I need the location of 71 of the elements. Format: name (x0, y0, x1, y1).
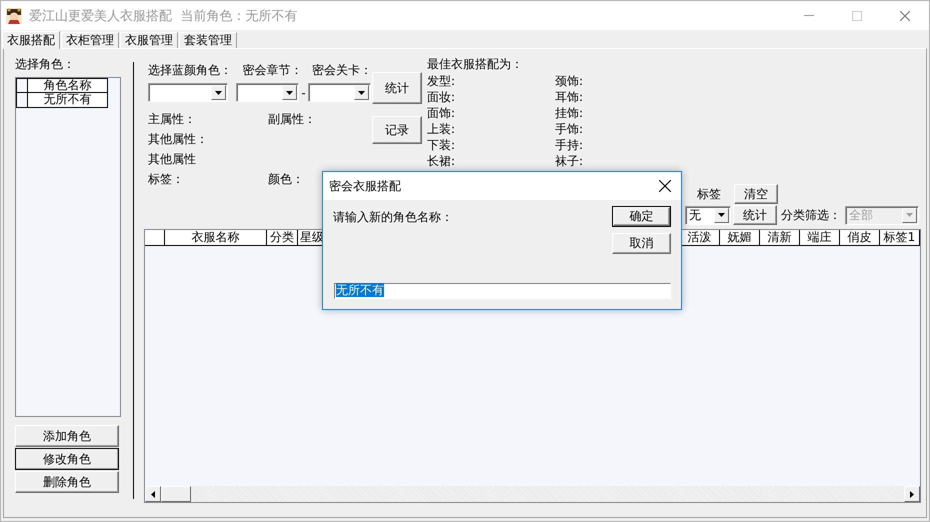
slot-label: 颈饰: (555, 74, 584, 88)
field-label: 密会章节： (242, 63, 304, 77)
attribute-label: 副属性： (268, 112, 316, 126)
dropdown-arrow-icon (215, 90, 222, 94)
tab[interactable]: 衣柜管理 (61, 32, 119, 48)
column-header[interactable]: 衣服名称 (165, 230, 267, 246)
column-header[interactable]: 清新 (760, 230, 800, 246)
clear-button[interactable]: 清空 (734, 184, 778, 204)
column-header: 角色名称 (28, 78, 108, 93)
role-button[interactable]: 添加角色 (15, 425, 119, 447)
role-label: 选择角色： (15, 57, 76, 71)
slot-label: 挂饰: (555, 106, 584, 120)
role-list[interactable]: 角色名称 无所不有 (15, 77, 121, 417)
column-header[interactable]: 活泼 (680, 230, 720, 246)
app-icon (5, 6, 23, 24)
tab[interactable]: 衣服搭配 (2, 31, 60, 49)
tag-dropdown[interactable]: 无 (685, 206, 731, 224)
role-button[interactable]: 删除角色 (15, 471, 119, 493)
slot-label: 发型: (427, 74, 456, 88)
dropdown-arrow-icon (286, 90, 293, 94)
header-corner-cell (16, 78, 28, 93)
column-header[interactable]: 标签1 (880, 230, 920, 246)
role-cell[interactable]: 无所不有 (28, 93, 108, 108)
tab[interactable]: 套装管理 (179, 32, 237, 48)
stats-button[interactable]: 统计 (372, 72, 422, 104)
slot-label: 下装: (427, 138, 456, 152)
attribute-label: 主属性： (148, 112, 196, 126)
slot-label: 长裙: (427, 154, 456, 168)
attribute-label: 其他属性 (148, 152, 196, 166)
name-input-field[interactable]: 无所不有 (334, 283, 671, 299)
scroll-right-button[interactable] (904, 486, 920, 502)
left-arrow-icon (151, 490, 155, 498)
close-icon[interactable] (659, 180, 671, 192)
dropdown[interactable] (308, 83, 371, 102)
slot-label: 耳饰: (555, 90, 584, 104)
slot-label: 面妆: (427, 90, 456, 104)
tab[interactable]: 衣服管理 (120, 32, 178, 48)
role-button[interactable]: 修改角色 (15, 448, 119, 470)
scrollbar-thumb[interactable] (161, 486, 191, 502)
dropdown-arrow-icon (358, 90, 365, 94)
dialog-prompt: 请输入新的角色名称： (333, 209, 454, 226)
category-label: 分类筛选： (780, 206, 842, 224)
slot-label: 袜子: (555, 154, 584, 168)
record-button[interactable]: 记录 (372, 116, 422, 144)
window-title: 爱江山更爱美人衣服搭配 当前角色：无所不有 (29, 8, 298, 24)
dropdown[interactable] (236, 83, 299, 102)
stats-button[interactable]: 统计 (733, 205, 777, 225)
dialog-button[interactable]: 确定 (612, 206, 671, 227)
column-header[interactable]: 端庄 (800, 230, 840, 246)
column-header[interactable]: 分类 (267, 230, 298, 246)
dropdown-arrow-icon (906, 213, 913, 217)
slot-label: 上装: (427, 122, 456, 136)
field-label: 选择蓝颜角色： (148, 63, 233, 77)
outfit-title: 最佳衣服搭配为： (427, 57, 524, 71)
slot-label: 面饰: (427, 106, 456, 120)
dialog-title: 密会衣服搭配 (329, 178, 401, 194)
dropdown[interactable] (148, 83, 228, 102)
attribute-label: 标签： (148, 172, 184, 186)
column-header[interactable]: 俏皮 (840, 230, 880, 246)
column-header[interactable]: 妩媚 (720, 230, 760, 246)
tag-label: 标签 (696, 186, 722, 202)
slot-label: 手持: (555, 138, 584, 152)
dropdown-arrow-icon (718, 213, 725, 217)
attribute-label: 其他属性： (148, 132, 208, 146)
right-arrow-icon (910, 490, 914, 498)
attribute-label: 颜色： (268, 172, 304, 186)
scroll-left-button[interactable] (145, 486, 161, 502)
slot-label: 手饰: (555, 122, 584, 136)
field-label: 密会关卡： (312, 63, 372, 77)
range-separator: - (300, 86, 307, 100)
dialog-button[interactable]: 取消 (612, 233, 671, 254)
